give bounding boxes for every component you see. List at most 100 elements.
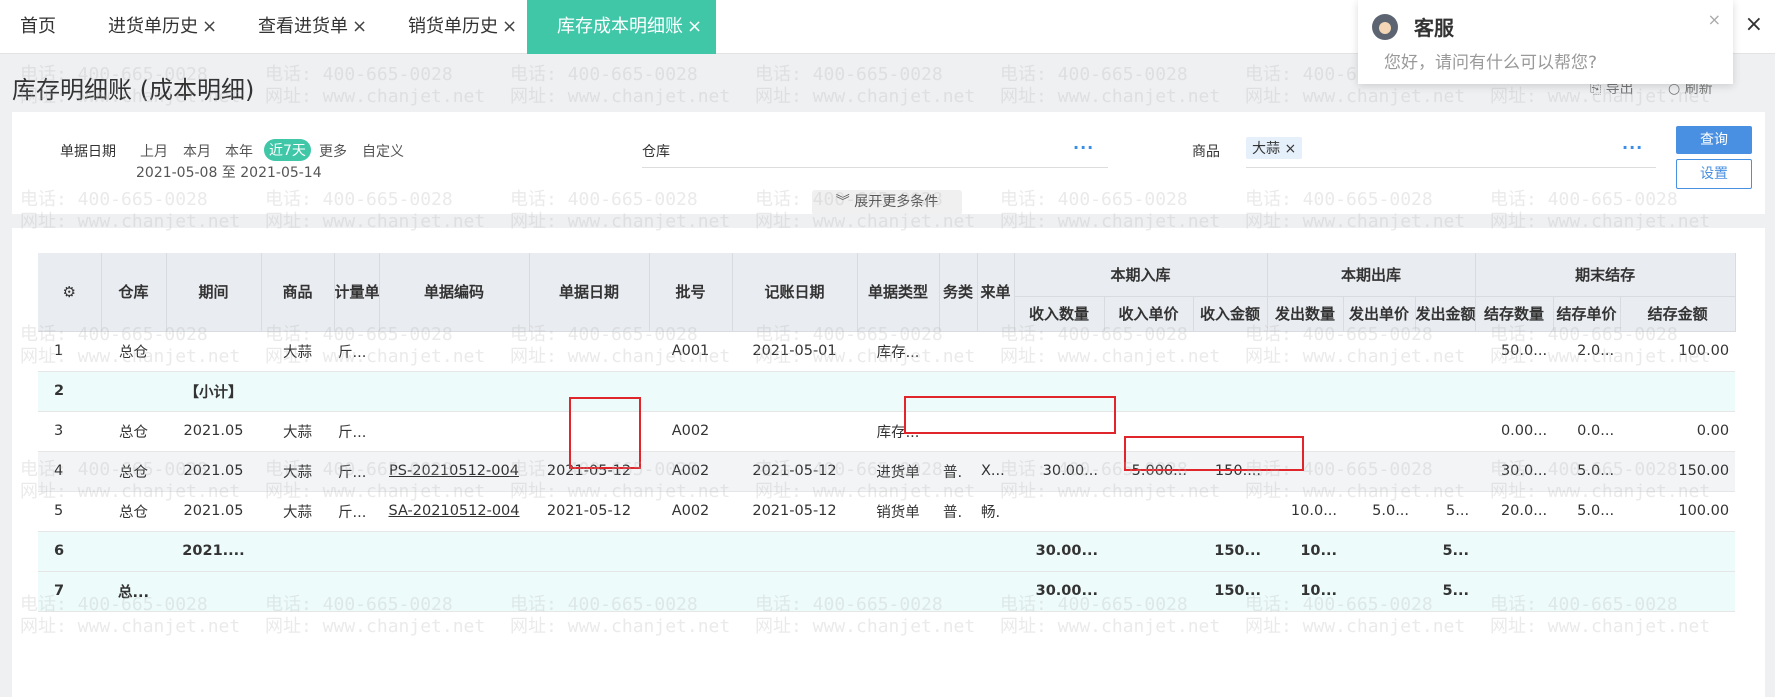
close-icon[interactable]: × xyxy=(352,16,367,37)
cell-biz xyxy=(939,571,977,612)
col-source[interactable]: 来单 xyxy=(977,253,1015,332)
date-option-custom[interactable]: 自定义 xyxy=(362,141,404,161)
table-row[interactable]: 3 总仓 2021.05 大蒜 斤... A002 库存... 0.00... 0.0... 0.… xyxy=(38,411,1736,452)
col-unit[interactable]: 计量单 xyxy=(334,253,380,332)
table-row[interactable]: 5 总仓 2021.05 大蒜 斤... SA-20210512-004 2021-05-1… xyxy=(38,491,1736,532)
cell-doc-no[interactable] xyxy=(379,331,529,372)
table-row[interactable]: 1 总仓 大蒜 斤... A001 2021-05-01 库存... 50.0... 2.0..… xyxy=(38,331,1736,372)
cell-end-qty xyxy=(1475,371,1554,412)
tab-sales-history[interactable]: 销货单历史 × xyxy=(408,0,517,54)
tab-home[interactable]: 首页 xyxy=(20,0,56,54)
chip-close-icon[interactable]: × xyxy=(1284,141,1296,157)
cell-end-amt: 150.00 xyxy=(1620,451,1736,492)
cell-doc-no[interactable] xyxy=(379,371,529,412)
close-icon[interactable]: × xyxy=(687,16,702,37)
cell-end-amt xyxy=(1620,531,1736,572)
cell-doc-no[interactable] xyxy=(379,531,529,572)
cell-period: 2021.05 xyxy=(166,491,261,532)
cell-end-amt: 100.00 xyxy=(1620,491,1736,532)
cell-wh xyxy=(101,371,166,412)
cell-product xyxy=(261,531,334,572)
cell-doc-no[interactable] xyxy=(379,411,529,452)
cell-in-amt xyxy=(1193,371,1268,412)
cell-post-date: 2021-05-12 xyxy=(732,451,857,492)
table-row[interactable]: 2 【小计】 xyxy=(38,371,1736,412)
col-in-price[interactable]: 收入单价 xyxy=(1104,296,1194,332)
tab-inventory-cost-ledger[interactable]: 库存成本明细账 × xyxy=(527,0,717,54)
cell-no: 6 xyxy=(38,531,101,572)
cell-doc-type xyxy=(857,371,939,412)
date-option-more[interactable]: 更多 xyxy=(319,141,347,161)
col-end-qty[interactable]: 结存数量 xyxy=(1475,296,1554,332)
cell-period: 2021.... xyxy=(166,531,261,572)
col-post-date[interactable]: 记账日期 xyxy=(732,253,858,332)
cell-in-qty xyxy=(1014,331,1104,372)
table-row[interactable]: 7 总... 30.00... 150... 10... 5... xyxy=(38,571,1736,612)
cell-out-qty xyxy=(1267,411,1344,452)
table-row[interactable]: 6 2021.... 30.00... 150... 10... 5... xyxy=(38,531,1736,572)
date-option-this-year[interactable]: 本年 xyxy=(225,141,253,161)
cell-batch: A002 xyxy=(649,451,732,492)
col-in-qty[interactable]: 收入数量 xyxy=(1014,296,1105,332)
cell-out-amt: 5... xyxy=(1415,531,1476,572)
warehouse-input[interactable] xyxy=(642,167,1108,168)
cell-src: 畅. xyxy=(977,491,1014,532)
warehouse-more-icon[interactable]: ··· xyxy=(1073,138,1094,157)
cell-doc-type: 进货单 xyxy=(857,451,939,492)
product-input[interactable] xyxy=(1246,167,1656,168)
cell-out-amt xyxy=(1415,411,1476,452)
product-more-icon[interactable]: ··· xyxy=(1622,138,1643,157)
cell-in-price xyxy=(1104,571,1193,612)
col-in-amount[interactable]: 收入金额 xyxy=(1193,296,1268,332)
col-biz-type[interactable]: 务类 xyxy=(939,253,978,332)
cell-in-qty xyxy=(1014,491,1104,532)
cell-product: 大蒜 xyxy=(261,411,334,452)
close-icon[interactable]: × xyxy=(502,16,517,37)
col-doc-no[interactable]: 单据编码 xyxy=(379,253,530,332)
cell-out-amt xyxy=(1415,371,1476,412)
cell-unit xyxy=(334,531,379,572)
col-product[interactable]: 商品 xyxy=(261,253,335,332)
product-chip[interactable]: 大蒜 × xyxy=(1246,137,1303,159)
col-end-price[interactable]: 结存单价 xyxy=(1553,296,1621,332)
cell-doc-no[interactable] xyxy=(379,571,529,612)
tab-view-purchase[interactable]: 查看进货单 × xyxy=(258,0,367,54)
cell-out-qty: 10... xyxy=(1267,571,1344,612)
expand-more-conditions[interactable]: ︾ 展开更多条件 xyxy=(812,190,962,215)
date-label: 单据日期 xyxy=(60,144,116,160)
col-out-qty[interactable]: 发出数量 xyxy=(1267,296,1344,332)
cell-end-qty: 30.0... xyxy=(1475,451,1554,492)
col-end-amount[interactable]: 结存金额 xyxy=(1620,296,1736,332)
close-icon[interactable]: × xyxy=(202,16,217,37)
cell-doc-no[interactable]: PS-20210512-004 xyxy=(379,451,529,492)
cell-batch: A002 xyxy=(649,411,732,452)
cell-doc-date: 2021-05-12 xyxy=(529,451,649,492)
date-option-this-month[interactable]: 本月 xyxy=(183,141,211,161)
date-option-last-month[interactable]: 上月 xyxy=(140,141,168,161)
cell-post-date: 2021-05-01 xyxy=(732,331,857,372)
window-close-icon[interactable]: × xyxy=(1745,12,1763,37)
col-doc-date[interactable]: 单据日期 xyxy=(529,253,650,332)
column-settings-icon[interactable]: ⚙ xyxy=(38,253,102,332)
cell-post-date: 2021-05-12 xyxy=(732,491,857,532)
query-button[interactable]: 查询 xyxy=(1676,126,1752,154)
col-doc-type[interactable]: 单据类型 xyxy=(857,253,940,332)
col-out-amount[interactable]: 发出金额 xyxy=(1415,296,1476,332)
col-period[interactable]: 期间 xyxy=(166,253,262,332)
date-option-last-7-days[interactable]: 近7天 xyxy=(264,139,311,161)
settings-button[interactable]: 设置 xyxy=(1676,159,1752,189)
tab-purchase-history[interactable]: 进货单历史 × xyxy=(108,0,217,54)
cell-doc-date xyxy=(529,411,649,452)
cell-end-amt: 100.00 xyxy=(1620,331,1736,372)
col-out-price[interactable]: 发出单价 xyxy=(1343,296,1416,332)
watermark-site: 网址: www.chanjet.net xyxy=(265,86,486,107)
col-batch[interactable]: 批号 xyxy=(649,253,733,332)
chat-close-icon[interactable]: × xyxy=(1708,10,1721,29)
chevron-down-icon: ︾ xyxy=(835,194,850,210)
cell-doc-type: 库存... xyxy=(857,411,939,452)
cell-doc-no[interactable]: SA-20210512-004 xyxy=(379,491,529,532)
cell-src xyxy=(977,571,1014,612)
customer-service-popup[interactable]: 客服 您好，请问有什么可以帮您? × xyxy=(1358,0,1733,84)
table-row[interactable]: 4 总仓 2021.05 大蒜 斤... PS-20210512-004 2021-05-1… xyxy=(38,451,1736,492)
col-warehouse[interactable]: 仓库 xyxy=(101,253,167,332)
